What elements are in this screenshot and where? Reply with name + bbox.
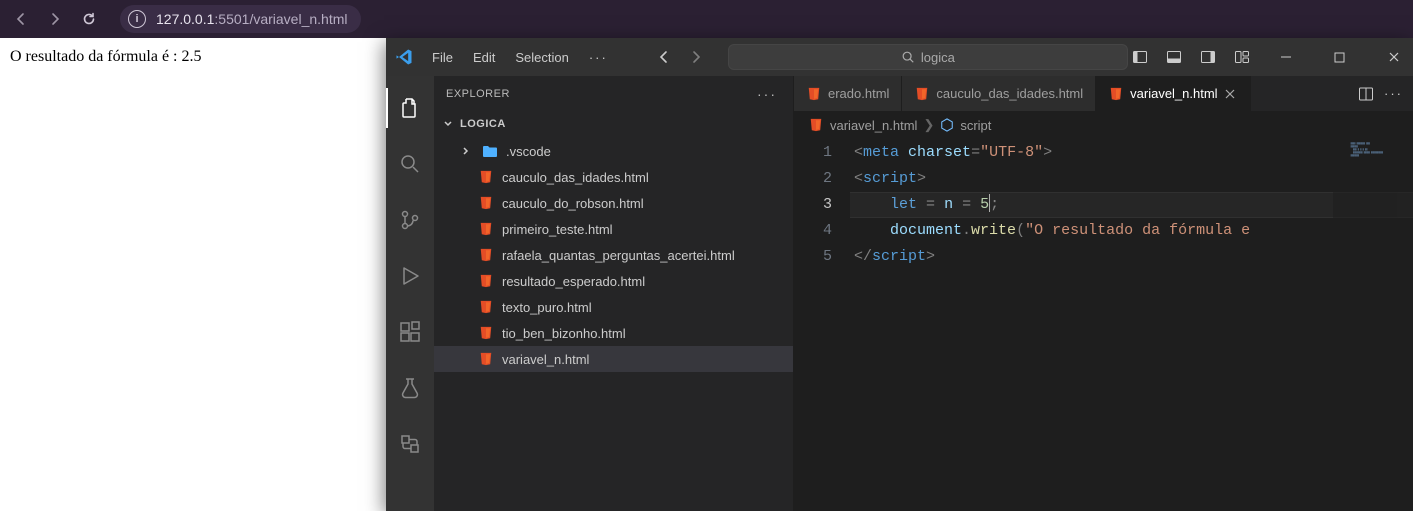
- layout-sidebar-right-icon[interactable]: [1196, 45, 1220, 69]
- site-info-icon[interactable]: i: [128, 10, 146, 28]
- code-lines: <meta charset="UTF-8"> <script> let = n …: [850, 138, 1413, 511]
- editor-tab[interactable]: variavel_n.html: [1096, 76, 1250, 111]
- activity-extensions-icon[interactable]: [386, 308, 434, 356]
- chevron-down-icon: [442, 118, 456, 130]
- forward-button[interactable]: [44, 8, 66, 30]
- folder-icon: [482, 144, 498, 158]
- html-file-icon: [1108, 87, 1124, 101]
- tree-file-item[interactable]: tio_ben_bizonho.html: [434, 320, 793, 346]
- code-editor[interactable]: 1 2 3 4 5 <meta charset="UTF-8"> <script…: [794, 138, 1413, 511]
- tab-label: cauculo_das_idades.html: [936, 86, 1083, 101]
- activity-bar: [386, 76, 434, 511]
- html-file-icon: [478, 248, 494, 262]
- menu-selection[interactable]: Selection: [507, 46, 576, 69]
- browser-toolbar: i 127.0.0.1:5501/variavel_n.html: [0, 0, 1413, 38]
- window-close-button[interactable]: [1372, 40, 1413, 74]
- explorer-title: EXPLORER: [446, 88, 510, 100]
- html-file-icon: [478, 222, 494, 236]
- window-maximize-button[interactable]: [1318, 40, 1362, 74]
- command-center[interactable]: logica: [728, 44, 1128, 70]
- page-output-text: O resultado da fórmula é : 2.5: [10, 48, 202, 65]
- html-file-icon: [478, 170, 494, 184]
- html-file-icon: [808, 118, 824, 132]
- tree-folder-vscode[interactable]: .vscode: [434, 138, 793, 164]
- split-editor-icon[interactable]: [1358, 86, 1374, 102]
- rendered-page: O resultado da fórmula é : 2.5: [0, 38, 386, 511]
- vscode-logo-icon: [394, 46, 414, 68]
- search-icon: [901, 50, 915, 64]
- menu-edit[interactable]: Edit: [465, 46, 503, 69]
- explorer-sidebar: EXPLORER ··· LOGICA: [434, 76, 794, 511]
- activity-search-icon[interactable]: [386, 140, 434, 188]
- activity-source-control-icon[interactable]: [386, 196, 434, 244]
- tree-file-item[interactable]: primeiro_teste.html: [434, 216, 793, 242]
- editor-tabs: erado.html cauculo_das_idades.html variave…: [794, 76, 1413, 112]
- tree-item-label: cauculo_das_idades.html: [502, 170, 649, 185]
- chevron-right-icon: ❯: [923, 117, 934, 133]
- html-file-icon: [478, 196, 494, 210]
- line-gutter: 1 2 3 4 5: [794, 138, 850, 511]
- tree-file-item[interactable]: cauculo_das_idades.html: [434, 164, 793, 190]
- tree-item-label: tio_ben_bizonho.html: [502, 326, 626, 341]
- tree-item-label: resultado_esperado.html: [502, 274, 645, 289]
- text-cursor: [989, 194, 990, 212]
- editor-more-icon[interactable]: ···: [1384, 86, 1403, 101]
- explorer-folder-row[interactable]: LOGICA: [434, 112, 793, 136]
- breadcrumb-file: variavel_n.html: [830, 118, 917, 133]
- breadcrumbs[interactable]: variavel_n.html ❯ script: [794, 112, 1413, 138]
- editor-forward-button[interactable]: [688, 49, 704, 65]
- html-file-icon: [478, 274, 494, 288]
- html-file-icon: [478, 326, 494, 340]
- tree-file-item[interactable]: cauculo_do_robson.html: [434, 190, 793, 216]
- chevron-right-icon: [460, 145, 474, 157]
- back-button[interactable]: [10, 8, 32, 30]
- tree-file-item[interactable]: resultado_esperado.html: [434, 268, 793, 294]
- tree-item-label: variavel_n.html: [502, 352, 589, 367]
- explorer-more-icon[interactable]: ···: [753, 86, 781, 102]
- html-file-icon: [914, 87, 930, 101]
- breadcrumb-symbol: script: [960, 118, 991, 133]
- html-file-icon: [478, 300, 494, 314]
- tab-label: erado.html: [828, 86, 889, 101]
- menu-file[interactable]: File: [424, 46, 461, 69]
- tree-item-label: texto_puro.html: [502, 300, 592, 315]
- activity-ports-icon[interactable]: [386, 420, 434, 468]
- activity-run-debug-icon[interactable]: [386, 252, 434, 300]
- layout-panel-bottom-icon[interactable]: [1162, 45, 1186, 69]
- activity-testing-icon[interactable]: [386, 364, 434, 412]
- command-center-text: logica: [921, 50, 955, 65]
- url-text: 127.0.0.1:5501/variavel_n.html: [156, 11, 347, 27]
- activity-explorer-icon[interactable]: [386, 84, 434, 132]
- editor-tab[interactable]: cauculo_das_idades.html: [902, 76, 1096, 111]
- tree-item-label: cauculo_do_robson.html: [502, 196, 644, 211]
- editor-back-button[interactable]: [656, 49, 672, 65]
- file-tree: .vscode cauculo_das_idades.html cauculo_d…: [434, 136, 793, 372]
- minimap[interactable]: ████ ███████ ███ ██████ ███ █ █ █ ██ ███…: [1333, 138, 1413, 511]
- editor-tab[interactable]: erado.html: [794, 76, 902, 111]
- close-icon[interactable]: [1224, 88, 1238, 100]
- tree-item-label: primeiro_teste.html: [502, 222, 613, 237]
- html-file-icon: [806, 87, 822, 101]
- layout-sidebar-left-icon[interactable]: [1128, 45, 1152, 69]
- customize-layout-icon[interactable]: [1230, 45, 1254, 69]
- tree-file-item[interactable]: variavel_n.html: [434, 346, 793, 372]
- tree-file-item[interactable]: rafaela_quantas_perguntas_acertei.html: [434, 242, 793, 268]
- url-bar[interactable]: i 127.0.0.1:5501/variavel_n.html: [120, 5, 361, 33]
- window-minimize-button[interactable]: [1264, 40, 1308, 74]
- vscode-titlebar: File Edit Selection ··· logica: [386, 38, 1413, 76]
- vscode-window: File Edit Selection ··· logica: [386, 38, 1413, 511]
- menu-overflow[interactable]: ···: [581, 46, 616, 69]
- symbol-icon: [940, 118, 954, 132]
- tree-item-label: .vscode: [506, 144, 551, 159]
- tree-item-label: rafaela_quantas_perguntas_acertei.html: [502, 248, 735, 263]
- editor-area: erado.htmlcauculo_das_idades.htmlvariave…: [794, 76, 1413, 511]
- folder-name: LOGICA: [460, 118, 506, 130]
- html-file-icon: [478, 352, 494, 366]
- reload-button[interactable]: [78, 8, 100, 30]
- tree-file-item[interactable]: texto_puro.html: [434, 294, 793, 320]
- tab-label: variavel_n.html: [1130, 86, 1217, 101]
